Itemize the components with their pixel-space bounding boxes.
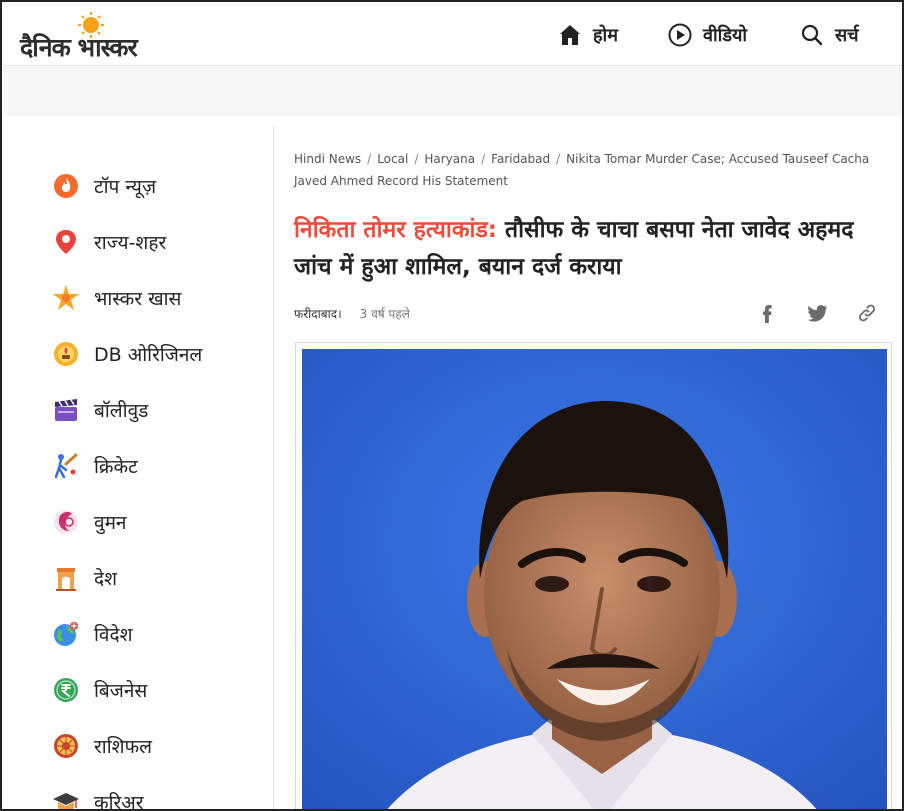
sidebar-item-cricket[interactable]: क्रिकेट xyxy=(52,449,252,483)
sidebar-item-label: भास्कर खास xyxy=(94,288,182,310)
breadcrumb-link[interactable]: Local xyxy=(377,152,408,166)
sidebar-item-career[interactable]: करिअर xyxy=(52,785,252,811)
sidebar-item-abroad[interactable]: विदेश xyxy=(52,617,252,651)
browser-frame: दैनिक भास्कर होम वीडियो सर्च टॉप न्यूज़ … xyxy=(0,0,904,811)
article-location: फरीदाबाद। xyxy=(294,307,342,321)
sidebar-item-db-original[interactable]: DB ओरिजिनल xyxy=(52,337,252,371)
sidebar-item-label: राज्य-शहर xyxy=(94,232,167,254)
home-icon xyxy=(560,25,580,45)
clapperboard-icon xyxy=(55,399,77,421)
breadcrumb-separator: / xyxy=(556,152,561,166)
site-header: दैनिक भास्कर होम वीडियो सर्च xyxy=(4,4,902,66)
fire-icon xyxy=(54,174,78,198)
sidebar-item-country[interactable]: देश xyxy=(52,561,252,595)
breadcrumb: Hindi News / Local / Haryana / Faridabad / Nikit… xyxy=(294,148,890,192)
breadcrumb-link[interactable]: Hindi News xyxy=(294,152,361,166)
portrait-image xyxy=(302,349,887,809)
sidebar-item-horoscope[interactable]: राशिफल xyxy=(52,729,252,763)
sidebar-item-label: DB ओरिजिनल xyxy=(94,344,203,366)
play-circle-icon xyxy=(668,23,692,47)
zodiac-icon xyxy=(54,734,78,758)
woman-icon xyxy=(54,510,78,534)
sidebar-item-bhaskar-khas[interactable]: भास्कर खास xyxy=(52,281,252,315)
india-gate-icon xyxy=(56,568,76,591)
nav-home[interactable]: होम xyxy=(557,20,618,50)
sidebar-item-label: वुमन xyxy=(94,512,127,534)
article-meta: फरीदाबाद। 3 वर्ष पहले xyxy=(294,305,410,322)
sidebar-item-label: विदेश xyxy=(94,624,133,646)
sidebar-item-label: बॉलीवुड xyxy=(94,400,149,422)
headline-highlight: निकिता तोमर हत्याकांड: xyxy=(294,217,497,243)
rupee-icon xyxy=(54,678,78,702)
nav-video-label: वीडियो xyxy=(703,25,748,46)
sidebar-item-label: टॉप न्यूज़ xyxy=(94,176,157,198)
breadcrumb-separator: / xyxy=(367,152,372,166)
sidebar-item-bollywood[interactable]: बॉलीवुड xyxy=(52,393,252,427)
site-logo[interactable]: दैनिक भास्कर xyxy=(20,10,170,62)
star-burst-icon xyxy=(53,285,79,310)
share-facebook-button[interactable] xyxy=(754,300,780,326)
breadcrumb-link[interactable]: Haryana xyxy=(424,152,475,166)
sidebar-item-state-city[interactable]: राज्य-शहर xyxy=(52,225,252,259)
link-icon xyxy=(858,304,876,322)
article-photo xyxy=(295,342,892,809)
nav-search-label: सर्च xyxy=(835,25,859,46)
sidebar-item-label: देश xyxy=(94,568,118,590)
ad-banner-space xyxy=(4,66,902,116)
logo-text: दैनिक भास्कर xyxy=(20,33,138,62)
sidebar: टॉप न्यूज़ राज्य-शहर भास्कर खास DB ओरिजि… xyxy=(4,126,274,811)
sidebar-item-business[interactable]: बिजनेस xyxy=(52,673,252,707)
sidebar-item-top-news[interactable]: टॉप न्यूज़ xyxy=(52,169,252,203)
article-time: 3 वर्ष पहले xyxy=(359,307,410,321)
sidebar-item-label: राशिफल xyxy=(94,736,153,758)
sidebar-item-woman[interactable]: वुमन xyxy=(52,505,252,539)
breadcrumb-separator: / xyxy=(481,152,486,166)
facebook-icon xyxy=(763,305,772,323)
nav-home-label: होम xyxy=(593,25,618,46)
sidebar-item-label: क्रिकेट xyxy=(94,456,138,478)
article-headline: निकिता तोमर हत्याकांड: तौसीफ के चाचा बसप… xyxy=(294,212,890,286)
nav-search[interactable]: सर्च xyxy=(799,20,859,50)
search-icon xyxy=(801,24,823,46)
breadcrumb-separator: / xyxy=(414,152,419,166)
twitter-icon xyxy=(807,305,827,322)
share-link-button[interactable] xyxy=(854,300,880,326)
cricket-icon xyxy=(54,453,78,479)
globe-icon xyxy=(54,622,78,646)
share-twitter-button[interactable] xyxy=(804,300,830,326)
nav-video[interactable]: वीडियो xyxy=(667,20,747,50)
sidebar-item-label: करिअर xyxy=(94,792,144,811)
sidebar-item-label: बिजनेस xyxy=(94,680,148,702)
breadcrumb-link[interactable]: Faridabad xyxy=(491,152,550,166)
location-pin-icon xyxy=(56,230,76,254)
graduation-cap-icon xyxy=(53,793,79,809)
lamp-icon xyxy=(54,342,78,366)
